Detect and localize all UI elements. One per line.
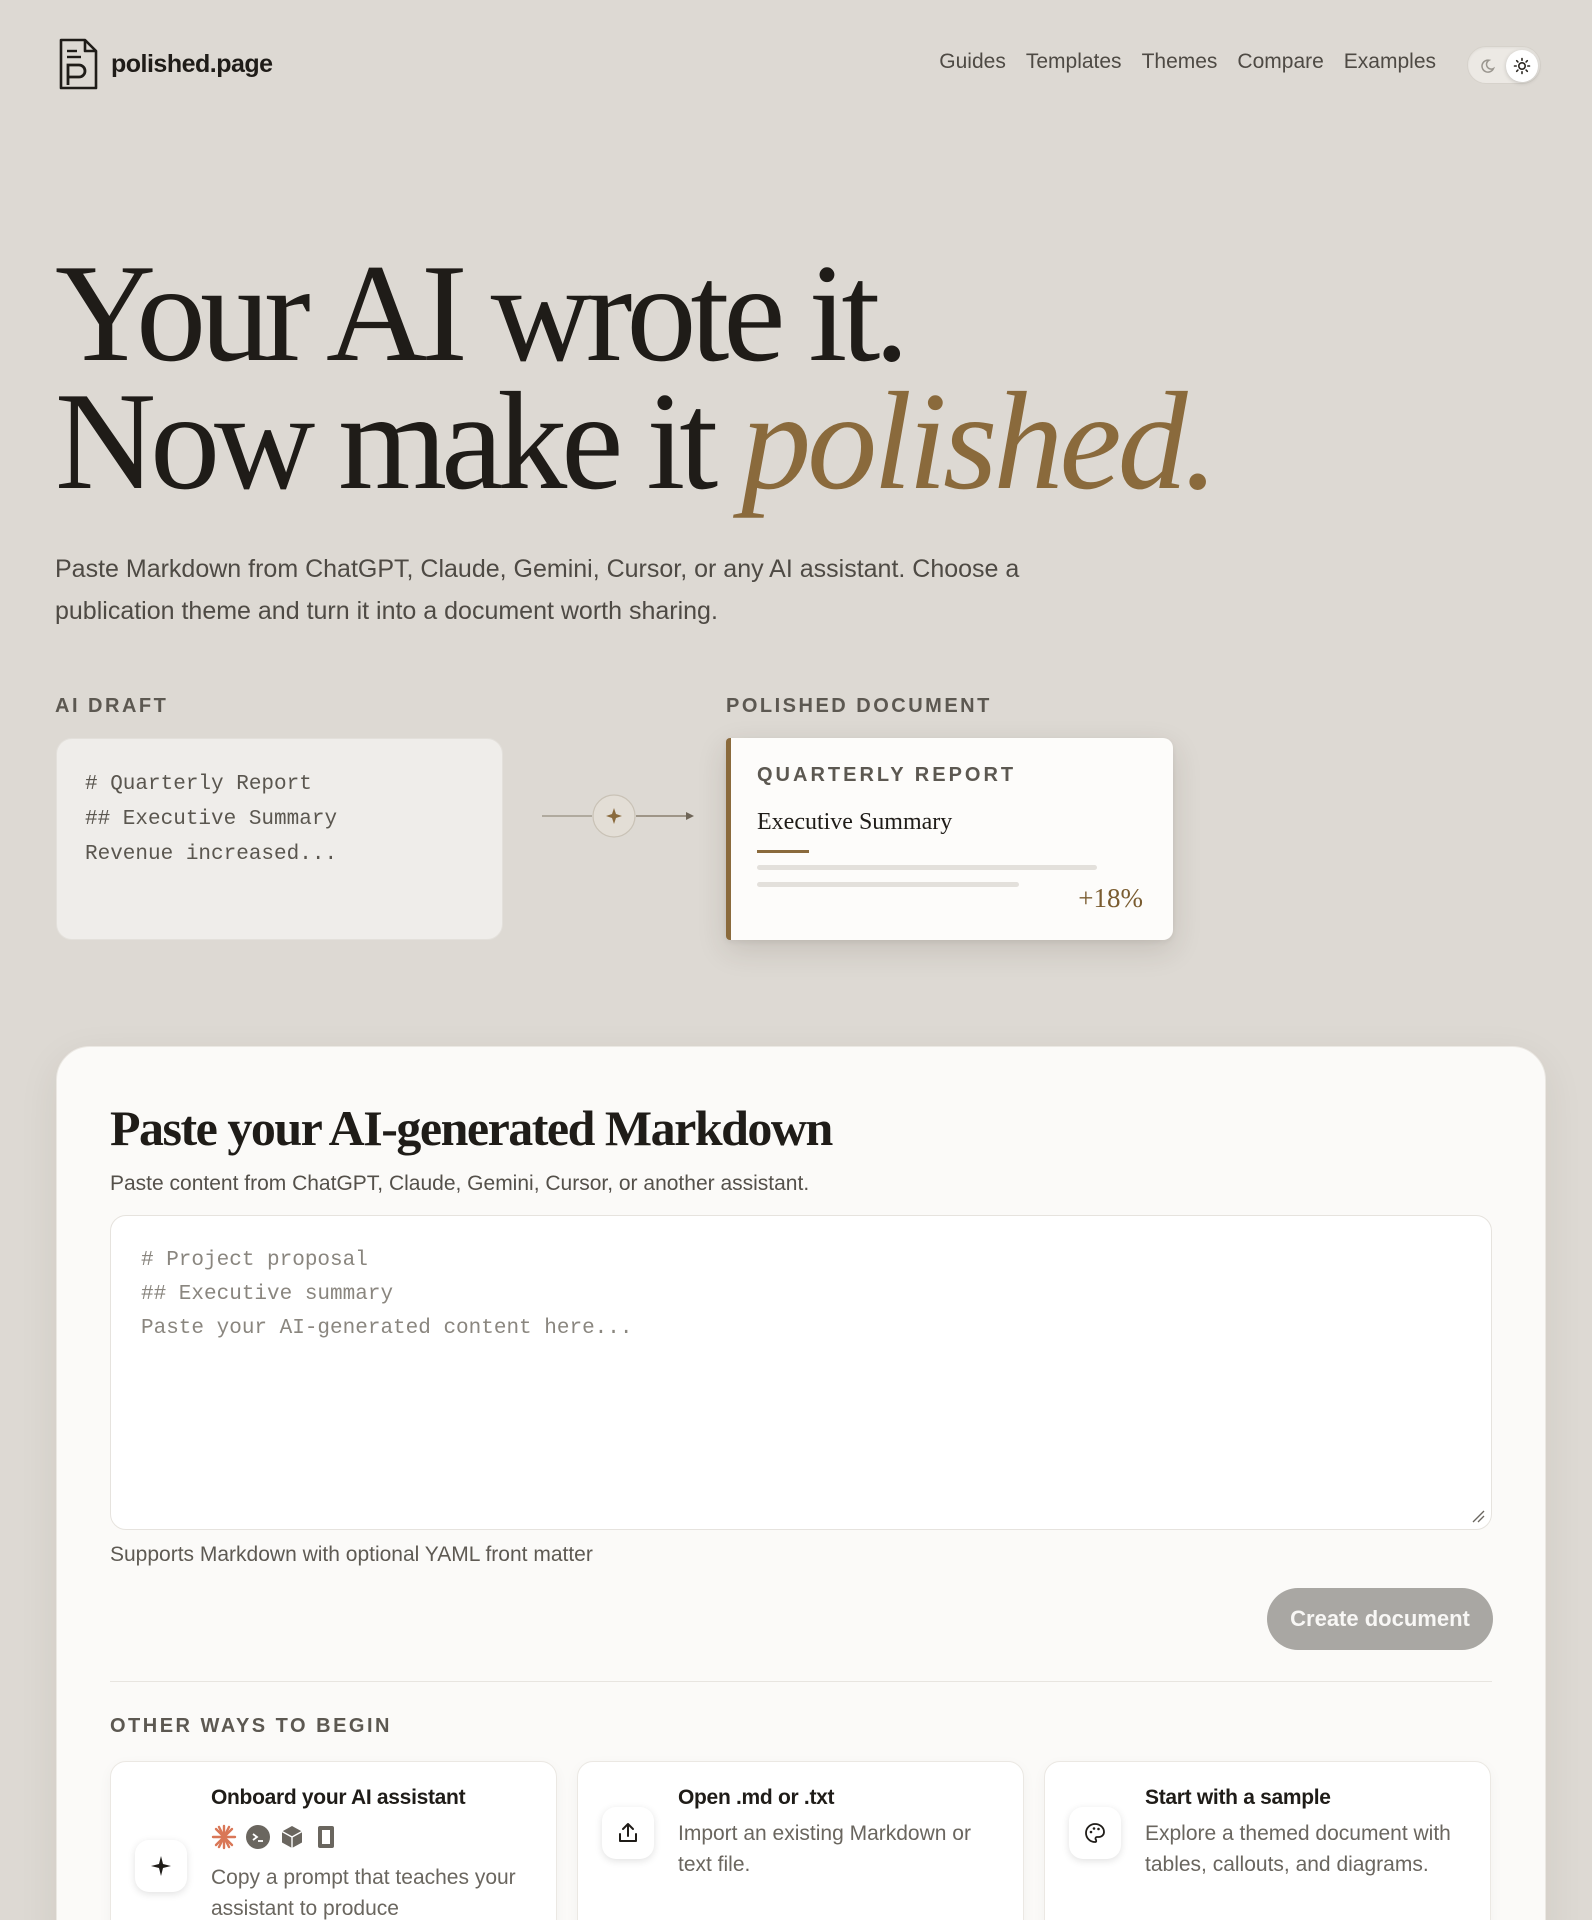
placeholder-line: # Project proposal — [141, 1249, 368, 1272]
moon-icon — [1481, 59, 1496, 73]
card-description: Explore a themed document with tables, c… — [1145, 1822, 1451, 1876]
nav-templates[interactable]: Templates — [1026, 50, 1122, 74]
nav-compare[interactable]: Compare — [1237, 50, 1323, 74]
polished-document-label: POLISHED DOCUMENT — [726, 695, 992, 717]
nav-themes[interactable]: Themes — [1142, 50, 1218, 74]
main-nav: Guides Templates Themes Compare Examples — [939, 50, 1436, 74]
upload-icon — [602, 1807, 654, 1859]
panel-subtitle: Paste content from ChatGPT, Claude, Gemi… — [110, 1172, 810, 1195]
ai-assistant-logos — [211, 1824, 339, 1850]
draft-line: Revenue increased... — [85, 843, 338, 866]
doc-accent-rule — [757, 850, 809, 853]
card-description: Copy a prompt that teaches your assistan… — [211, 1866, 516, 1920]
hero-title: Your AI wrote it. Now make it polished. — [55, 244, 1219, 512]
draft-line: ## Executive Summary — [85, 808, 338, 831]
resize-handle-icon[interactable] — [1471, 1509, 1485, 1523]
hero-subtitle: Paste Markdown from ChatGPT, Claude, Gem… — [55, 555, 1020, 625]
hero-line-2-accent: polished. — [741, 364, 1218, 519]
site-header: polished.page Guides Templates Themes Co… — [0, 0, 1592, 130]
device-icon — [313, 1824, 339, 1850]
brand-logo[interactable]: polished.page — [55, 37, 273, 91]
polished-document-card: QUARTERLY REPORT Executive Summary +18% — [726, 738, 1173, 940]
placeholder-line: Paste your AI-generated content here... — [141, 1317, 633, 1340]
sample-document-card[interactable]: Start with a sample Explore a themed doc… — [1044, 1761, 1491, 1920]
claude-icon — [211, 1824, 237, 1850]
card-title: Open .md or .txt — [678, 1786, 835, 1809]
editor-hint: Supports Markdown with optional YAML fro… — [110, 1543, 593, 1566]
card-description: Import an existing Markdown or text file… — [678, 1822, 971, 1876]
toggle-knob — [1506, 50, 1538, 82]
onboard-assistant-card[interactable]: Onboard your AI assistant Copy a prompt … — [110, 1761, 557, 1920]
doc-stat: +18% — [1078, 883, 1143, 913]
ai-draft-label: AI DRAFT — [55, 695, 169, 717]
card-title: Onboard your AI assistant — [211, 1786, 466, 1809]
brand-name: polished.page — [111, 49, 273, 78]
ai-draft-card: # Quarterly Report ## Executive Summary … — [56, 738, 503, 940]
theme-toggle[interactable] — [1467, 46, 1541, 84]
sparkle-icon — [135, 1840, 187, 1892]
cursor-icon — [279, 1824, 305, 1850]
markdown-input[interactable]: # Project proposal ## Executive summary … — [110, 1215, 1492, 1530]
doc-heading: Executive Summary — [757, 809, 953, 835]
sun-icon — [1513, 57, 1531, 75]
nav-guides[interactable]: Guides — [939, 50, 1006, 74]
other-ways-label: OTHER WAYS TO BEGIN — [110, 1715, 392, 1737]
card-title: Start with a sample — [1145, 1786, 1331, 1809]
nav-examples[interactable]: Examples — [1344, 50, 1436, 74]
doc-text-placeholder — [757, 865, 1097, 870]
draft-line: # Quarterly Report — [85, 773, 312, 796]
hero-line-2-prefix: Now make it — [55, 364, 742, 519]
placeholder-line: ## Executive summary — [141, 1283, 394, 1306]
chatgpt-icon — [245, 1824, 271, 1850]
panel-title: Paste your AI-generated Markdown — [110, 1100, 833, 1156]
transform-arrow-icon — [542, 794, 694, 838]
create-document-button[interactable]: Create document — [1267, 1588, 1493, 1650]
palette-icon — [1069, 1807, 1121, 1859]
open-file-card[interactable]: Open .md or .txt Import an existing Mark… — [577, 1761, 1024, 1920]
markdown-editor-panel: Paste your AI-generated Markdown Paste c… — [56, 1046, 1546, 1920]
document-logo-icon — [59, 38, 98, 90]
doc-text-placeholder — [757, 882, 1019, 887]
doc-kicker: QUARTERLY REPORT — [757, 764, 1017, 786]
divider — [110, 1681, 1492, 1682]
